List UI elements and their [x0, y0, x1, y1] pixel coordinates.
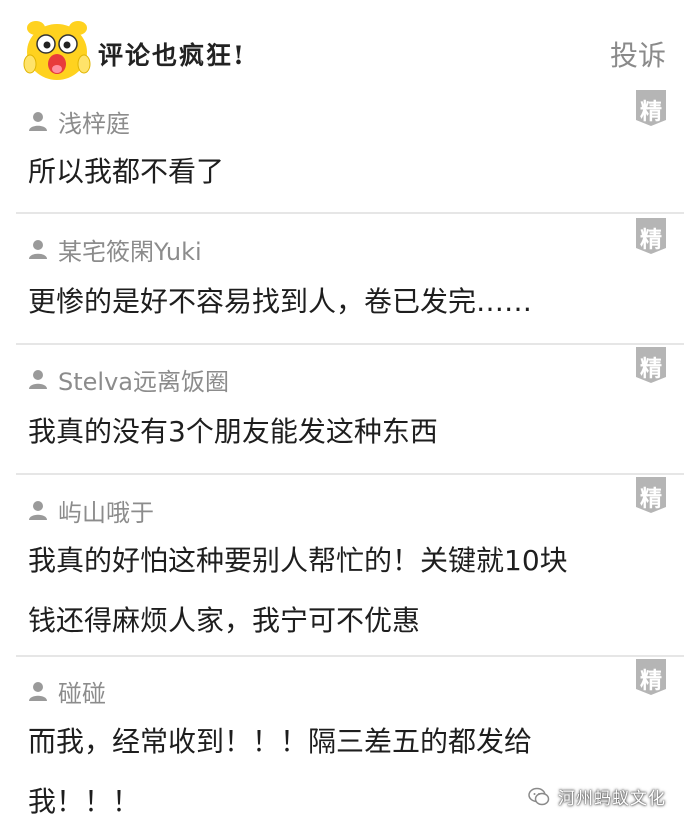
comment-item: 精 浅梓庭 所以我都不看了: [0, 90, 684, 214]
comment-author-row: 碰碰: [28, 674, 106, 709]
comment-item: 精 Stelva远离饭圈 我真的没有3个朋友能发这种东西: [0, 345, 684, 475]
comment-text: 而我，经常收到！！！隔三差五的都发给 我！！！: [28, 712, 648, 832]
user-icon: [29, 682, 47, 701]
featured-badge: 精: [636, 218, 666, 254]
mascot-icon: [23, 21, 91, 80]
comment-author[interactable]: 碰碰: [58, 674, 106, 709]
featured-badge: 精: [636, 90, 666, 126]
featured-badge-label: 精: [639, 487, 662, 512]
comment-line: 所以我都不看了: [28, 155, 225, 188]
comment-author[interactable]: 屿山哦于: [58, 493, 154, 528]
comment-line: 我真的好怕这种要别人帮忙的！关键就10块: [28, 544, 568, 577]
comments-header: 评论也疯狂! 投诉: [0, 0, 684, 90]
user-icon: [29, 112, 47, 131]
featured-badge: 精: [636, 477, 666, 513]
comment-author[interactable]: 某宅筱閑Yuki: [58, 232, 202, 267]
comment-text: 所以我都不看了: [28, 142, 648, 202]
comment-text: 更惨的是好不容易找到人，卷已发完……: [28, 272, 648, 332]
featured-badge-label: 精: [639, 228, 662, 253]
comment-text: 我真的好怕这种要别人帮忙的！关键就10块 钱还得麻烦人家，我宁可不优惠: [28, 531, 648, 651]
watermark-text: 河州蚂蚁文化: [558, 789, 666, 809]
header-title: 评论也疯狂!: [98, 41, 246, 70]
wechat-icon: [528, 787, 550, 805]
comment-line: 钱还得麻烦人家，我宁可不优惠: [28, 604, 421, 637]
comment-author[interactable]: Stelva远离饭圈: [58, 362, 229, 397]
comment-line: 而我，经常收到！！！隔三差五的都发给: [28, 725, 533, 758]
watermark: 河州蚂蚁文化: [528, 784, 666, 809]
comment-author[interactable]: 浅梓庭: [58, 104, 130, 139]
featured-badge-label: 精: [639, 669, 662, 694]
comment-text: 我真的没有3个朋友能发这种东西: [28, 402, 648, 462]
comment-line: 我真的没有3个朋友能发这种东西: [28, 415, 438, 448]
user-icon: [29, 501, 47, 520]
comment-author-row: 浅梓庭: [28, 104, 130, 139]
user-icon: [29, 370, 47, 389]
comment-line: 更惨的是好不容易找到人，卷已发完……: [28, 285, 533, 318]
featured-badge: 精: [636, 347, 666, 383]
comment-item: 精 屿山哦于 我真的好怕这种要别人帮忙的！关键就10块 钱还得麻烦人家，我宁可不…: [0, 475, 684, 657]
user-icon: [29, 240, 47, 259]
featured-badge: 精: [636, 659, 666, 695]
featured-badge-label: 精: [639, 357, 662, 382]
comment-item: 精 某宅筱閑Yuki 更惨的是好不容易找到人，卷已发完……: [0, 214, 684, 344]
comment-author-row: 屿山哦于: [28, 493, 154, 528]
report-link[interactable]: 投诉: [610, 34, 666, 74]
comment-author-row: Stelva远离饭圈: [28, 362, 229, 397]
comment-author-row: 某宅筱閑Yuki: [28, 232, 202, 267]
featured-badge-label: 精: [639, 100, 662, 125]
